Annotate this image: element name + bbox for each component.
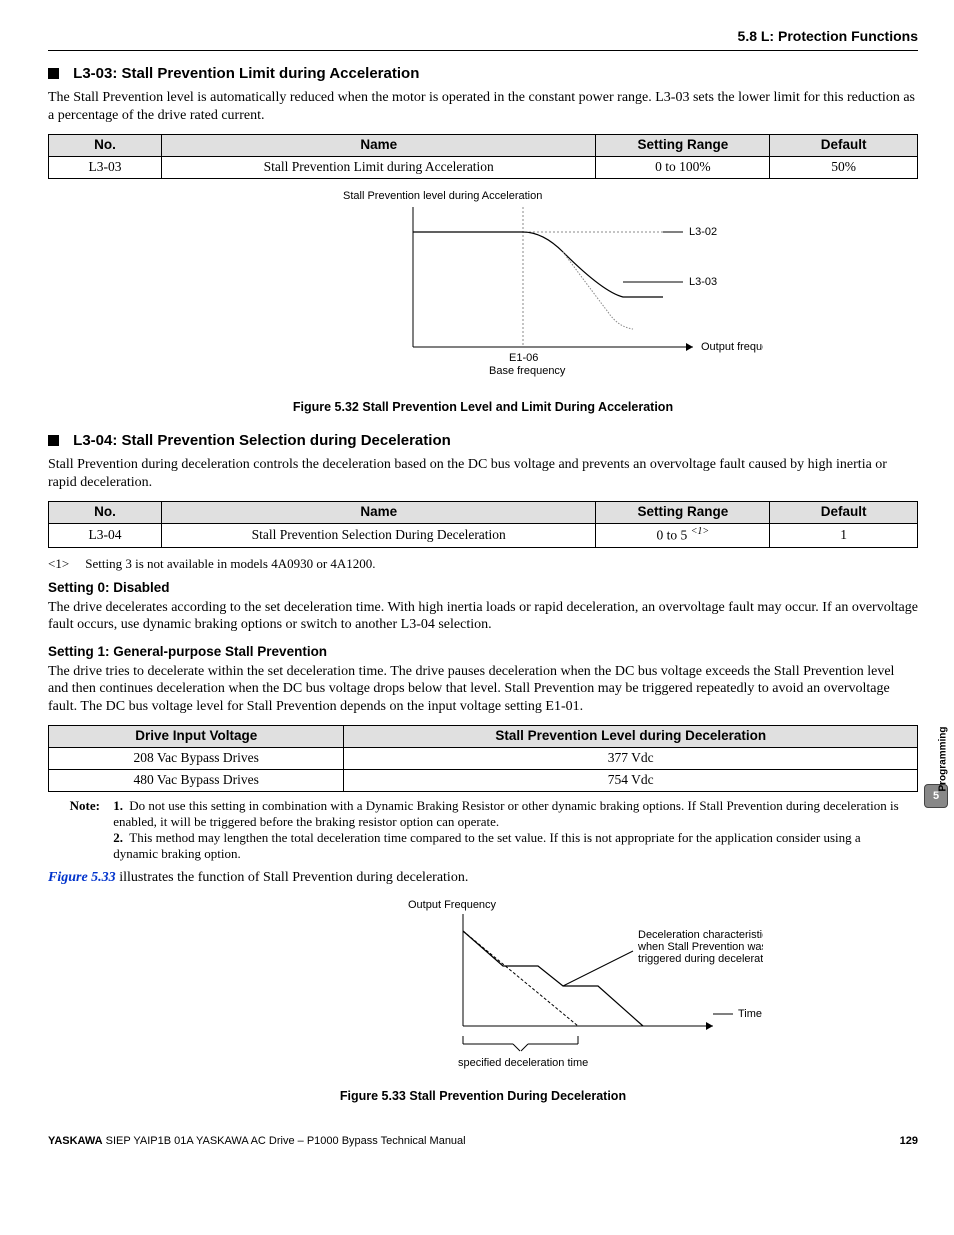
footer-doc: SIEP YAIP1B 01A YASKAWA AC Drive – P1000… xyxy=(103,1135,466,1147)
cell-name: Stall Prevention Limit during Accelerati… xyxy=(161,157,596,179)
figure-reference-line: Figure 5.33 illustrates the function of … xyxy=(48,869,918,887)
header-rule xyxy=(48,50,918,51)
cell-no: L3-04 xyxy=(49,524,162,547)
setting-1-text: The drive tries to decelerate within the… xyxy=(48,663,918,716)
col-input-voltage: Drive Input Voltage xyxy=(49,726,344,748)
footnote-tag: <1> xyxy=(48,556,82,572)
table-footnote: <1> Setting 3 is not available in models… xyxy=(48,556,918,572)
footer-brand: YASKAWA xyxy=(48,1135,103,1147)
col-no: No. xyxy=(49,135,162,157)
range-sup: <1> xyxy=(691,526,710,537)
table-header-row: No. Name Setting Range Default xyxy=(49,135,918,157)
col-name: Name xyxy=(161,502,596,524)
figure-caption: Figure 5.32 Stall Prevention Level and L… xyxy=(48,400,918,416)
y-axis-label: Output Frequency xyxy=(408,899,497,911)
note-body: 1.Do not use this setting in combination… xyxy=(113,798,903,863)
col-range: Setting Range xyxy=(596,502,770,524)
section-heading-l303: L3-03: Stall Prevention Limit during Acc… xyxy=(48,65,918,84)
cell: 754 Vdc xyxy=(344,769,918,791)
table-row: L3-04 Stall Prevention Selection During … xyxy=(49,524,918,547)
figure-ref[interactable]: Figure 5.33 xyxy=(48,870,116,885)
bullet-icon xyxy=(48,68,59,79)
page-number: 129 xyxy=(900,1135,918,1149)
x-tick: E1-06 xyxy=(509,352,538,364)
figure-ref-rest: illustrates the function of Stall Preven… xyxy=(116,870,469,885)
bullet-icon xyxy=(48,435,59,446)
footnote-text: Setting 3 is not available in models 4A0… xyxy=(85,556,375,571)
anno1: Deceleration characteristics xyxy=(638,929,763,941)
note-label: Note: xyxy=(48,798,110,814)
figure-533: Output Frequency Deceleration characteri… xyxy=(48,896,918,1081)
col-default: Default xyxy=(770,135,918,157)
setting-1-head: Setting 1: General-purpose Stall Prevent… xyxy=(48,644,918,661)
figure-532: Stall Prevention level during Accelerati… xyxy=(48,187,918,392)
col-stall-level: Stall Prevention Level during Decelerati… xyxy=(344,726,918,748)
col-name: Name xyxy=(161,135,596,157)
anno2: when Stall Prevention was xyxy=(637,941,763,953)
figure-532-svg: Stall Prevention level during Accelerati… xyxy=(203,187,763,387)
cell: 208 Vac Bypass Drives xyxy=(49,747,344,769)
figure-533-svg: Output Frequency Deceleration characteri… xyxy=(203,896,763,1076)
setting-0-text: The drive decelerates according to the s… xyxy=(48,599,918,634)
table-row: 480 Vac Bypass Drives 754 Vdc xyxy=(49,769,918,791)
cell-range: 0 to 100% xyxy=(596,157,770,179)
table-row: 208 Vac Bypass Drives 377 Vdc xyxy=(49,747,918,769)
col-range: Setting Range xyxy=(596,135,770,157)
label-l302: L3-02 xyxy=(689,226,717,238)
col-no: No. xyxy=(49,502,162,524)
cell-range: 0 to 5 <1> xyxy=(596,524,770,547)
param-table-l304: No. Name Setting Range Default L3-04 Sta… xyxy=(48,501,918,547)
param-table-l303: No. Name Setting Range Default L3-03 Sta… xyxy=(48,134,918,179)
note-num: 2. xyxy=(113,830,129,846)
note-2: This method may lengthen the total decel… xyxy=(113,830,860,861)
side-tab: Programming 5 xyxy=(924,722,948,808)
side-tab-label: Programming xyxy=(938,727,951,792)
x-axis-label: Output frequency xyxy=(701,341,763,353)
paragraph: The Stall Prevention level is automatica… xyxy=(48,89,918,124)
range-pre: 0 to 5 xyxy=(657,528,691,543)
table-header-row: No. Name Setting Range Default xyxy=(49,502,918,524)
x-axis-label: Time xyxy=(738,1008,762,1020)
note-1: Do not use this setting in combination w… xyxy=(113,798,898,829)
section-title: L3-04: Stall Prevention Selection during… xyxy=(73,432,451,449)
cell-name: Stall Prevention Selection During Decele… xyxy=(161,524,596,547)
setting-0-head: Setting 0: Disabled xyxy=(48,580,918,597)
cell: 377 Vdc xyxy=(344,747,918,769)
figure-caption: Figure 5.33 Stall Prevention During Dece… xyxy=(48,1089,918,1105)
table-header-row: Drive Input Voltage Stall Prevention Lev… xyxy=(49,726,918,748)
paragraph: Stall Prevention during deceleration con… xyxy=(48,456,918,491)
note-num: 1. xyxy=(113,798,129,814)
brace-label: specified deceleration time xyxy=(458,1057,588,1069)
cell: 480 Vac Bypass Drives xyxy=(49,769,344,791)
section-heading-l304: L3-04: Stall Prevention Selection during… xyxy=(48,432,918,451)
page-header: 5.8 L: Protection Functions xyxy=(48,28,918,46)
col-default: Default xyxy=(770,502,918,524)
anno3: triggered during deceleration xyxy=(638,953,763,965)
table-row: L3-03 Stall Prevention Limit during Acce… xyxy=(49,157,918,179)
x-tick2: Base frequency xyxy=(489,365,566,377)
label-l303: L3-03 xyxy=(689,276,717,288)
section-title: L3-03: Stall Prevention Limit during Acc… xyxy=(73,65,419,82)
cell-default: 1 xyxy=(770,524,918,547)
footer-left: YASKAWA SIEP YAIP1B 01A YASKAWA AC Drive… xyxy=(48,1135,466,1149)
cell-no: L3-03 xyxy=(49,157,162,179)
y-axis-label: Stall Prevention level during Accelerati… xyxy=(343,190,542,202)
voltage-table: Drive Input Voltage Stall Prevention Lev… xyxy=(48,725,918,792)
page-footer: YASKAWA SIEP YAIP1B 01A YASKAWA AC Drive… xyxy=(48,1135,918,1149)
cell-default: 50% xyxy=(770,157,918,179)
note-block: Note: 1.Do not use this setting in combi… xyxy=(48,798,918,863)
